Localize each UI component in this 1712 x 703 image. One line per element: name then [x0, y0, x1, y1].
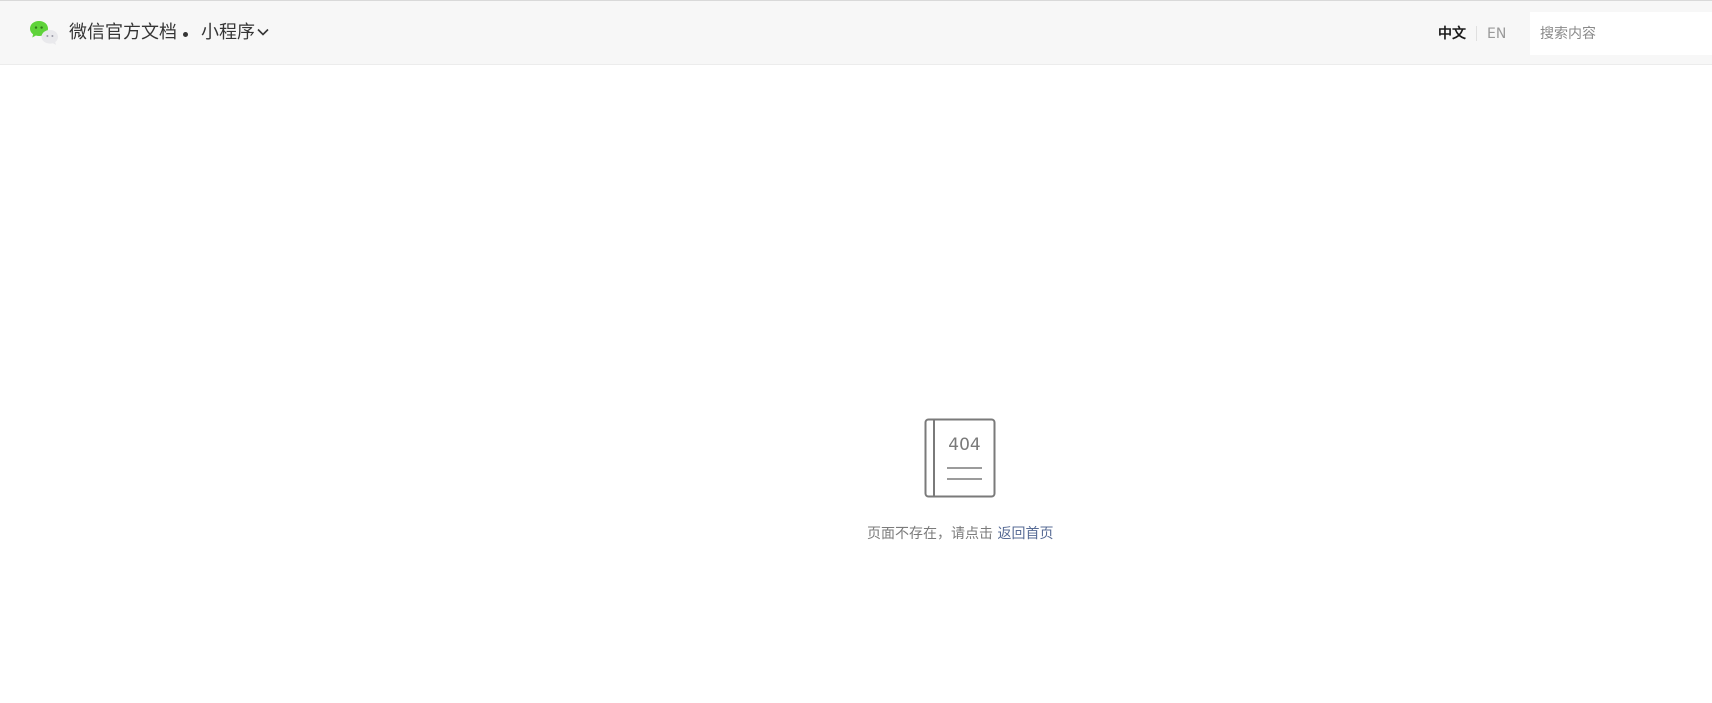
wechat-logo-icon[interactable]	[29, 19, 61, 47]
back-home-link[interactable]: 返回首页	[997, 526, 1053, 542]
site-header: 微信官方文档 小程序 中文 EN	[0, 1, 1712, 65]
language-zh-link[interactable]: 中文	[1438, 24, 1466, 44]
language-divider	[1476, 26, 1477, 41]
not-found-book-icon: 404	[924, 418, 996, 498]
brand-title[interactable]: 微信官方文档	[69, 21, 177, 45]
language-en-link[interactable]: EN	[1487, 24, 1506, 44]
search-input[interactable]	[1530, 12, 1712, 55]
chevron-down-icon[interactable]	[257, 27, 269, 37]
not-found-code: 404	[948, 435, 980, 455]
separator-dot	[183, 32, 188, 37]
product-selector[interactable]: 小程序	[201, 21, 255, 45]
not-found-message: 页面不存在，请点击	[867, 526, 993, 542]
